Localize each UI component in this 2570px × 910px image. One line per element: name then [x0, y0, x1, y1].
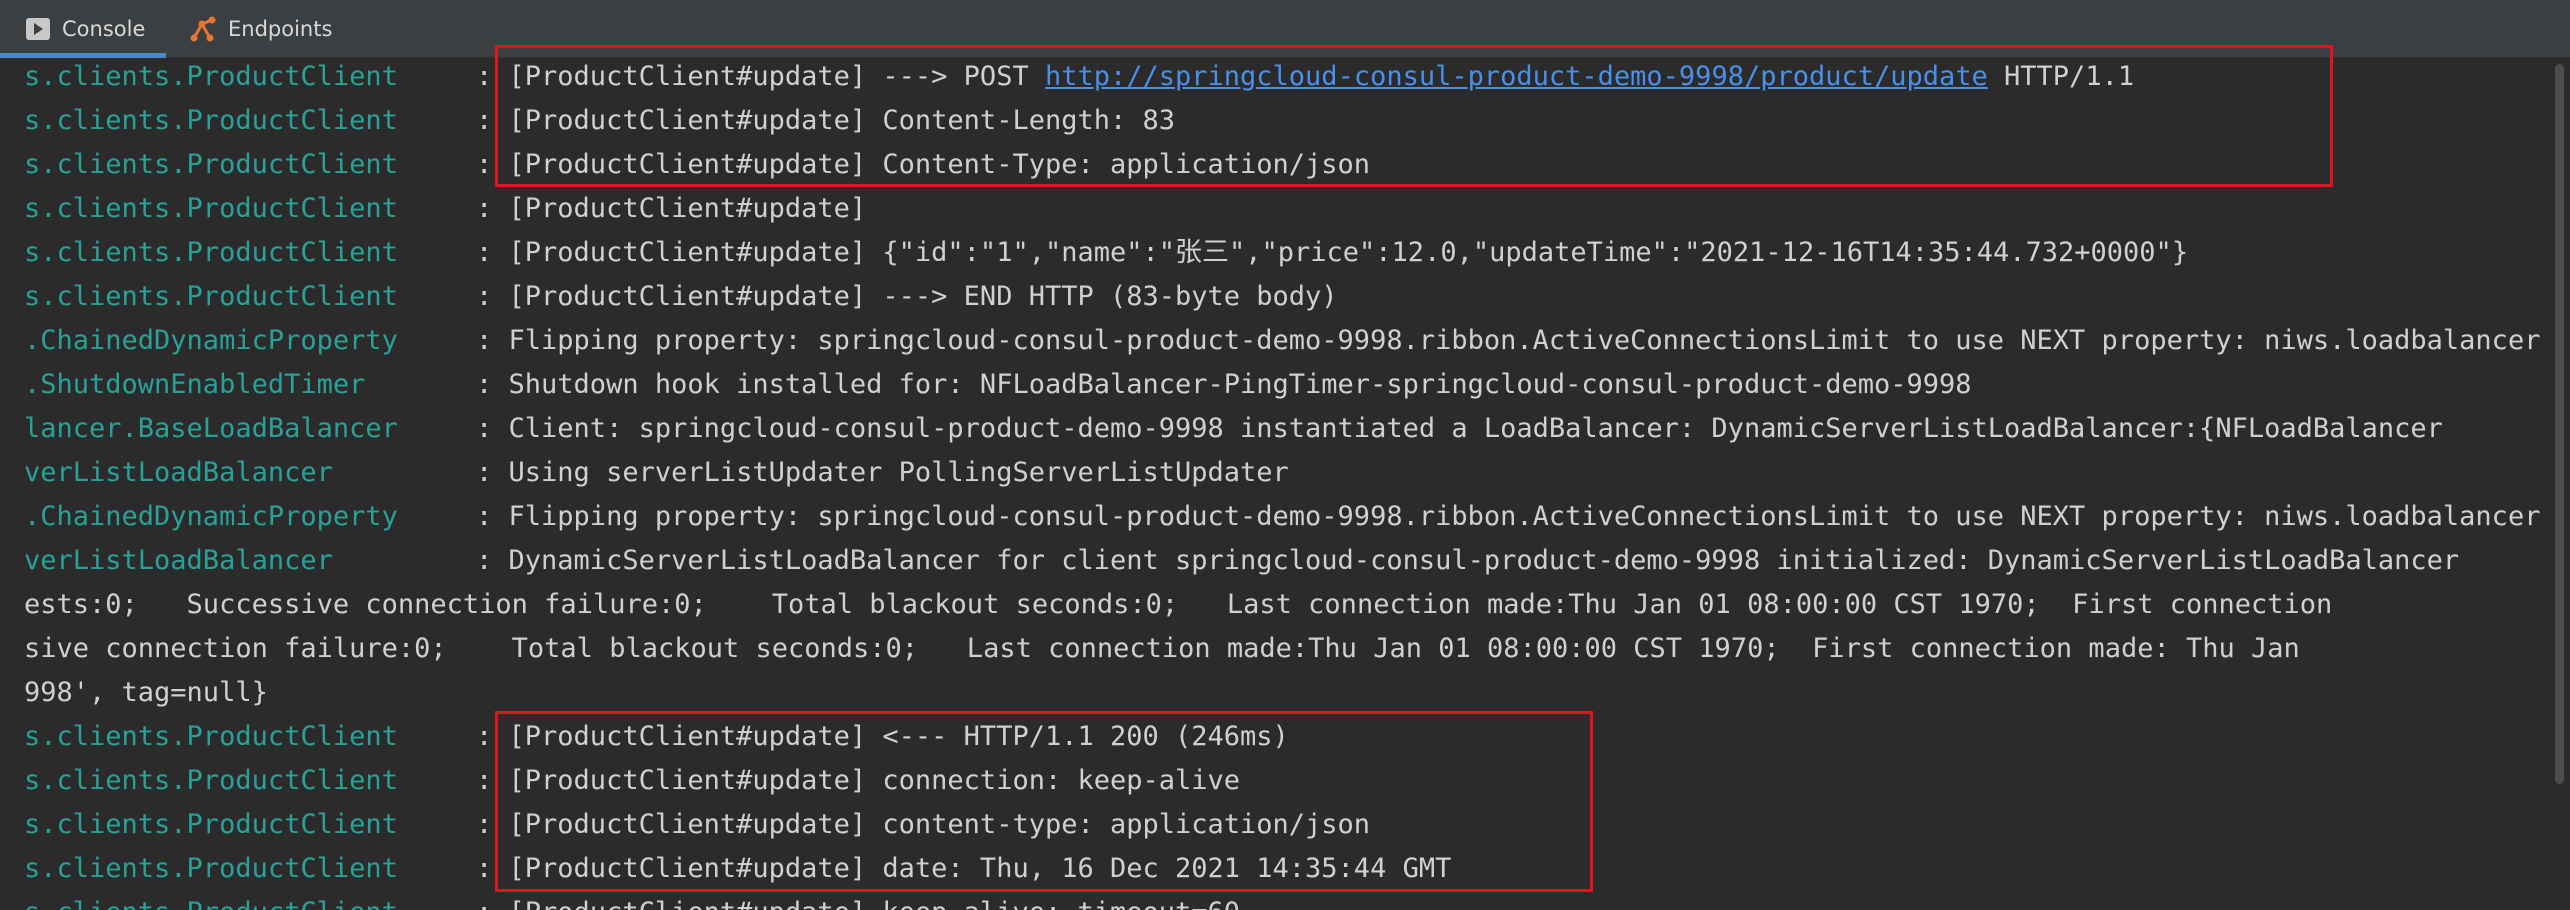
- log-separator: :: [476, 325, 493, 356]
- vertical-scrollbar[interactable]: [2548, 58, 2570, 910]
- log-line: verListLoadBalancer: DynamicServerListLo…: [24, 539, 2459, 583]
- log-separator: :: [476, 105, 493, 136]
- log-logger: s.clients.ProductClient: [24, 721, 398, 752]
- log-message: DynamicServerListLoadBalancer for client…: [508, 545, 2460, 576]
- log-separator: :: [476, 721, 493, 752]
- log-logger: .ChainedDynamicProperty: [24, 325, 398, 356]
- log-logger: s.clients.ProductClient: [24, 853, 398, 884]
- log-message: [ProductClient#update] ---> END HTTP (83…: [508, 281, 1338, 312]
- log-message: [ProductClient#update] {"id":"1","name":…: [508, 237, 2189, 268]
- log-message: Using serverListUpdater PollingServerLis…: [508, 457, 1289, 488]
- log-line: .ChainedDynamicProperty: Flipping proper…: [24, 495, 2540, 539]
- log-message: [ProductClient#update] keep-alive: timeo…: [509, 897, 1241, 910]
- log-separator: :: [476, 193, 493, 224]
- log-line: s.clients.ProductClient: [ProductClient#…: [24, 231, 2188, 275]
- log-separator: :: [476, 369, 493, 400]
- tab-console-label: Console: [62, 17, 146, 41]
- log-separator: :: [476, 501, 493, 532]
- log-line: verListLoadBalancer: Using serverListUpd…: [24, 451, 1289, 495]
- log-logger: s.clients.ProductClient: [24, 765, 398, 796]
- log-line: .ShutdownEnabledTimer: Shutdown hook ins…: [24, 363, 1972, 407]
- console-icon: [26, 18, 50, 40]
- log-line: sive connection failure:0; Total blackou…: [24, 627, 2300, 671]
- tab-endpoints[interactable]: Endpoints: [188, 0, 348, 58]
- log-logger: .ChainedDynamicProperty: [24, 501, 398, 532]
- log-logger: .ShutdownEnabledTimer: [24, 369, 366, 400]
- log-line: s.clients.ProductClient: [ProductClient#…: [24, 891, 1240, 910]
- log-separator: :: [476, 853, 493, 884]
- log-line: lancer.BaseLoadBalancer: Client: springc…: [24, 407, 2443, 451]
- log-message: sive connection failure:0; Total blackou…: [24, 633, 2300, 664]
- log-separator: :: [476, 457, 493, 488]
- log-separator: :: [476, 61, 493, 92]
- log-message: Client: springcloud-consul-product-demo-…: [508, 413, 2443, 444]
- log-logger: verListLoadBalancer: [24, 545, 333, 576]
- log-separator: :: [476, 545, 493, 576]
- log-message: ests:0; Successive connection failure:0;…: [24, 589, 2333, 620]
- log-logger: s.clients.ProductClient: [24, 281, 398, 312]
- tab-console[interactable]: Console: [0, 0, 166, 58]
- log-message: 998', tag=null}: [24, 677, 268, 708]
- request-highlight-box: [495, 45, 2333, 187]
- log-separator: :: [476, 281, 493, 312]
- log-separator: :: [476, 149, 493, 180]
- log-logger: lancer.BaseLoadBalancer: [24, 413, 398, 444]
- log-message: Flipping property: springcloud-consul-pr…: [508, 325, 2541, 356]
- log-logger: s.clients.ProductClient: [24, 809, 398, 840]
- response-highlight-box: [495, 711, 1593, 892]
- log-logger: s.clients.ProductClient: [24, 61, 398, 92]
- log-separator: :: [476, 237, 493, 268]
- log-line: s.clients.ProductClient: [ProductClient#…: [24, 187, 866, 231]
- log-line: 998', tag=null}: [24, 671, 268, 715]
- log-separator: :: [476, 413, 493, 444]
- log-logger: s.clients.ProductClient: [24, 193, 398, 224]
- log-separator: :: [476, 809, 493, 840]
- scrollbar-thumb[interactable]: [2555, 64, 2564, 784]
- log-line: .ChainedDynamicProperty: Flipping proper…: [24, 319, 2540, 363]
- log-line: s.clients.ProductClient: [ProductClient#…: [24, 275, 1338, 319]
- log-logger: s.clients.ProductClient: [24, 105, 398, 136]
- log-logger: s.clients.ProductClient: [24, 149, 398, 180]
- log-message: [ProductClient#update]: [508, 193, 867, 224]
- log-logger: s.clients.ProductClient: [24, 237, 398, 268]
- log-separator: :: [476, 897, 492, 910]
- log-line: ests:0; Successive connection failure:0;…: [24, 583, 2332, 627]
- log-message: Shutdown hook installed for: NFLoadBalan…: [508, 369, 1972, 400]
- log-logger: verListLoadBalancer: [24, 457, 333, 488]
- tab-endpoints-label: Endpoints: [228, 17, 333, 41]
- log-logger: s.clients.ProductClient: [24, 891, 476, 910]
- log-message: Flipping property: springcloud-consul-pr…: [508, 501, 2541, 532]
- endpoints-icon: [190, 16, 216, 42]
- log-separator: :: [476, 765, 493, 796]
